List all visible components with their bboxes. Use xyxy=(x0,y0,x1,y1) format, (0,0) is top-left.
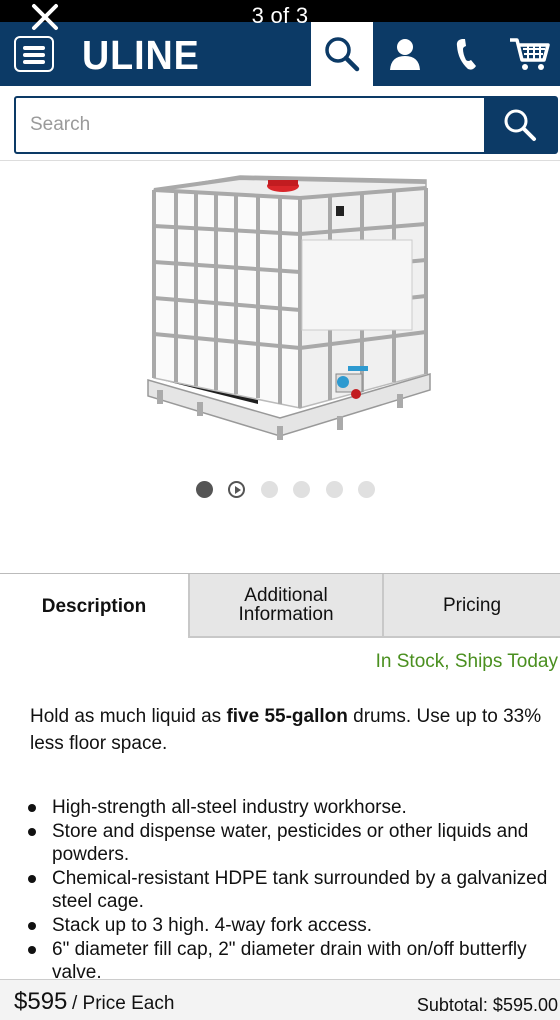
stock-status: In Stock, Ships Today xyxy=(375,651,558,672)
tab-additional-information[interactable]: Additional Information xyxy=(190,574,384,638)
carousel-dot[interactable] xyxy=(196,481,213,498)
product-image[interactable] xyxy=(140,168,436,450)
search-input[interactable] xyxy=(16,98,486,152)
description-bold: five 55-gallon xyxy=(226,706,348,727)
description-text: Hold as much liquid as xyxy=(30,706,227,727)
tab-label-line: Information xyxy=(238,604,334,625)
phone-icon[interactable] xyxy=(446,22,486,86)
header-divider xyxy=(0,160,560,161)
account-icon[interactable] xyxy=(382,22,428,86)
price-value: $595 xyxy=(14,988,68,1015)
carousel-video-dot[interactable] xyxy=(228,481,245,498)
header-nav: ULINE xyxy=(0,22,560,86)
gallery-counter: 3 of 3 xyxy=(251,3,309,28)
product-tabs: Description Additional Information Prici… xyxy=(0,573,560,638)
list-item: Chemical-resistant HDPE tank surrounded … xyxy=(28,867,552,913)
carousel-dot[interactable] xyxy=(358,481,375,498)
feature-list: High-strength all-steel industry workhor… xyxy=(28,796,552,985)
product-description: Hold as much liquid as five 55-gallon dr… xyxy=(30,703,550,757)
tab-label-line: Additional xyxy=(244,585,328,606)
price-unit: / Price Each xyxy=(72,993,175,1014)
cart-icon[interactable] xyxy=(504,22,554,86)
carousel-dots xyxy=(0,481,560,499)
uline-logo[interactable]: ULINE xyxy=(82,32,200,79)
subtotal: Subtotal: $595.00 xyxy=(416,995,558,1015)
search-submit-button[interactable] xyxy=(484,98,556,152)
list-item: Store and dispense water, pesticides or … xyxy=(28,820,552,866)
search-bar xyxy=(14,96,558,154)
nav-search-button[interactable] xyxy=(311,22,373,86)
search-icon xyxy=(324,36,360,77)
price-bar: $595 / Price Each Subtotal: $595.00 xyxy=(0,979,560,1020)
list-item: High-strength all-steel industry workhor… xyxy=(28,796,552,819)
tab-description[interactable]: Description xyxy=(0,574,190,638)
carousel-dot[interactable] xyxy=(261,481,278,498)
list-item: 6" diameter fill cap, 2" diameter drain … xyxy=(28,938,552,984)
search-icon xyxy=(504,109,536,141)
tab-pricing[interactable]: Pricing xyxy=(384,574,560,638)
menu-icon[interactable] xyxy=(14,36,54,72)
carousel-dot[interactable] xyxy=(293,481,310,498)
list-item: Stack up to 3 high. 4-way fork access. xyxy=(28,914,552,937)
carousel-dot[interactable] xyxy=(326,481,343,498)
